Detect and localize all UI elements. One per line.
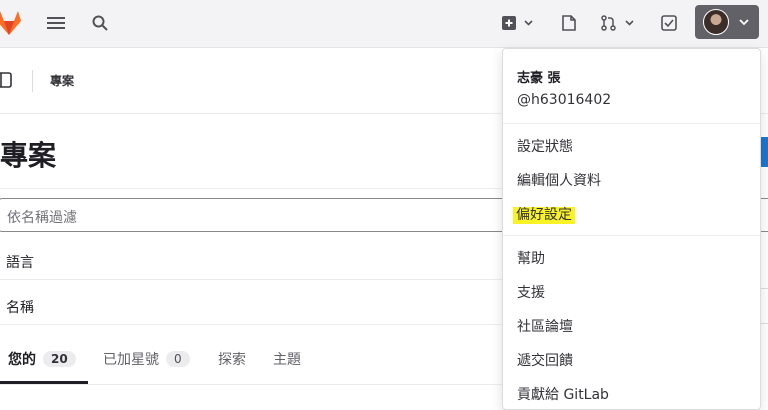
tab-label: 探索 [218, 352, 246, 368]
tab-starred[interactable]: 已加星號 0 [103, 349, 190, 369]
page-title: 專案 [0, 139, 57, 172]
community-forum-menu-item[interactable]: 社區論壇 [517, 316, 573, 336]
create-new-button[interactable] [498, 10, 538, 36]
tab-label: 主題 [273, 352, 301, 368]
contribute-menu-item[interactable]: 貢獻給 GitLab [517, 384, 609, 404]
filter-placeholder: 依名稱過濾 [7, 210, 77, 226]
tab-count-badge: 0 [166, 351, 190, 367]
preferences-menu-item[interactable]: 偏好設定 [513, 204, 575, 224]
active-tab-indicator [0, 381, 88, 384]
breadcrumb-divider [32, 70, 33, 92]
merge-request-icon[interactable] [598, 10, 640, 36]
sort-direction-button[interactable] [760, 288, 768, 324]
divider [503, 235, 760, 236]
edit-profile-menu-item[interactable]: 編輯個人資料 [517, 170, 601, 190]
divider [503, 123, 760, 124]
tab-topics[interactable]: 主題 [273, 349, 301, 369]
set-status-menu-item[interactable]: 設定狀態 [517, 136, 573, 156]
divider [0, 188, 510, 189]
search-icon[interactable] [88, 11, 112, 35]
tab-yours[interactable]: 您的 20 [8, 349, 76, 369]
user-info[interactable]: 志豪 張 @h63016402 [517, 67, 611, 108]
language-filter-dropdown[interactable]: 語言 [0, 244, 510, 280]
support-menu-item[interactable]: 支援 [517, 282, 545, 302]
user-avatar-button[interactable] [695, 5, 759, 39]
language-label: 語言 [6, 255, 34, 271]
todo-check-icon[interactable] [656, 10, 682, 36]
preferences-label: 偏好設定 [513, 207, 575, 224]
user-name: 志豪 張 [517, 71, 561, 86]
gitlab-logo-icon[interactable] [0, 8, 24, 38]
sidebar-toggle-icon[interactable] [0, 72, 12, 88]
help-menu-item[interactable]: 幫助 [517, 248, 545, 268]
project-tabs: 您的 20 已加星號 0 探索 主題 [0, 336, 510, 385]
user-menu-dropdown: 志豪 張 @h63016402 設定狀態 編輯個人資料 偏好設定 幫助 支援 社… [502, 48, 761, 410]
chevron-down-icon [739, 19, 749, 26]
avatar [703, 9, 729, 35]
tab-explore[interactable]: 探索 [218, 349, 246, 369]
tab-count-badge: 20 [43, 351, 76, 367]
tab-label: 您的 [8, 352, 36, 368]
sort-dropdown[interactable]: 名稱 [0, 288, 510, 325]
filter-by-name-input[interactable]: 依名稱過濾 [0, 198, 538, 232]
breadcrumb[interactable]: 專案 [50, 72, 74, 89]
submit-feedback-menu-item[interactable]: 遞交回饋 [517, 350, 573, 370]
sort-label: 名稱 [6, 300, 34, 316]
hamburger-menu-icon[interactable] [44, 11, 68, 35]
top-navigation-bar [0, 0, 768, 48]
issues-icon[interactable] [556, 10, 582, 36]
user-handle: @h63016402 [517, 92, 612, 108]
tab-label: 已加星號 [103, 352, 159, 368]
